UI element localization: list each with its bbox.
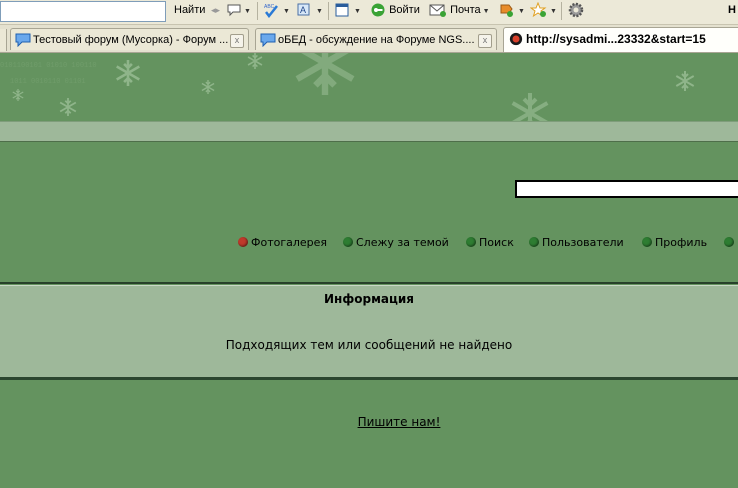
forum-search-input[interactable] [515, 180, 738, 198]
close-icon[interactable]: x [478, 34, 492, 48]
tab-scroll-left[interactable] [0, 29, 7, 51]
info-heading: Информация [0, 285, 738, 314]
arrows-icon[interactable]: ◂▸ [211, 0, 220, 22]
search-icon [466, 237, 476, 247]
translate-icon[interactable]: A ▼ [296, 0, 323, 22]
nav-label: Профиль [655, 236, 708, 249]
tab-test-forum[interactable]: Тестовый форум (Мусорка) - Форум ... x [10, 28, 249, 50]
calendar-icon[interactable]: ▼ [334, 0, 361, 22]
nav-search[interactable]: Поиск [466, 236, 514, 250]
nav-label: Поиск [479, 236, 514, 249]
gear-icon[interactable] [567, 0, 585, 22]
profile-icon [642, 237, 652, 247]
nav-label: Слежу за темой [356, 236, 449, 249]
snowflake-decoration: 0101100101 01010 100110 1011 0010110 011… [0, 53, 695, 121]
nav-profile[interactable]: Профиль [642, 236, 707, 250]
svg-text:A: A [300, 5, 306, 15]
tab-obed-discussion[interactable]: оБЕД - обсуждение на Форуме NGS.... x [255, 28, 497, 50]
mail-button[interactable]: Почта ▼ [429, 0, 490, 22]
mail-icon [724, 237, 734, 247]
login-button[interactable]: Войти [370, 0, 420, 22]
find-label: Найти [174, 4, 206, 16]
bookmark-icon[interactable]: ▼ [498, 0, 525, 22]
star-icon[interactable]: ▼ [530, 0, 557, 22]
speech-bubble-icon [15, 33, 31, 47]
nav-watched-topics[interactable]: Слежу за темой [343, 236, 449, 250]
nav-label: Фотогалерея [251, 236, 328, 249]
photo-icon [238, 237, 248, 247]
divider [0, 282, 738, 284]
footer [0, 380, 738, 488]
key-icon [371, 3, 385, 17]
speech-bubble-icon[interactable]: ▼ [226, 0, 251, 22]
svg-text:1011 0010110 01101: 1011 0010110 01101 [10, 78, 86, 86]
header-divider [0, 121, 738, 143]
watch-icon [343, 237, 353, 247]
browser-toolbar: Найти ◂▸ ▼ ABC ▼ A ▼ ▼ Войти Почта ▼ ▼ ▼ H [0, 0, 738, 25]
tab-label: http://sysadmi...23332&start=15 [526, 32, 706, 46]
nav-photogallery[interactable]: Фотогалерея [238, 236, 327, 250]
mail-label: Почта [450, 4, 481, 16]
forum-header-banner: 0101100101 01010 100110 1011 0010110 011… [0, 53, 738, 121]
site-favicon-icon [509, 32, 523, 46]
nav-messages[interactable] [724, 236, 737, 250]
envelope-icon [429, 4, 446, 18]
tab-label: оБЕД - обсуждение на Форуме NGS.... [278, 34, 475, 46]
speech-bubble-icon [260, 33, 276, 47]
tab-label: Тестовый форум (Мусорка) - Форум ... [33, 34, 229, 46]
tab-bar: Тестовый форум (Мусорка) - Форум ... x о… [0, 25, 738, 53]
contact-link[interactable]: Пишите нам! [0, 415, 738, 429]
svg-text:0101100101 01010 100110: 0101100101 01010 100110 [0, 62, 97, 70]
spellcheck-icon[interactable]: ABC ▼ [263, 0, 290, 22]
nav-users[interactable]: Пользователи [529, 236, 624, 250]
info-message: Подходящих тем или сообщений не найдено [0, 313, 738, 377]
users-icon [529, 237, 539, 247]
login-label: Войти [389, 4, 420, 16]
nav-label: Пользователи [542, 236, 624, 249]
nav-area [0, 142, 738, 282]
close-icon[interactable]: x [230, 34, 244, 48]
toolbar-overflow[interactable]: H [728, 0, 736, 22]
toolbar-search-input[interactable] [0, 1, 166, 22]
find-button[interactable]: Найти [174, 0, 205, 22]
tab-sysadmin[interactable]: http://sysadmi...23332&start=15 [503, 27, 738, 52]
